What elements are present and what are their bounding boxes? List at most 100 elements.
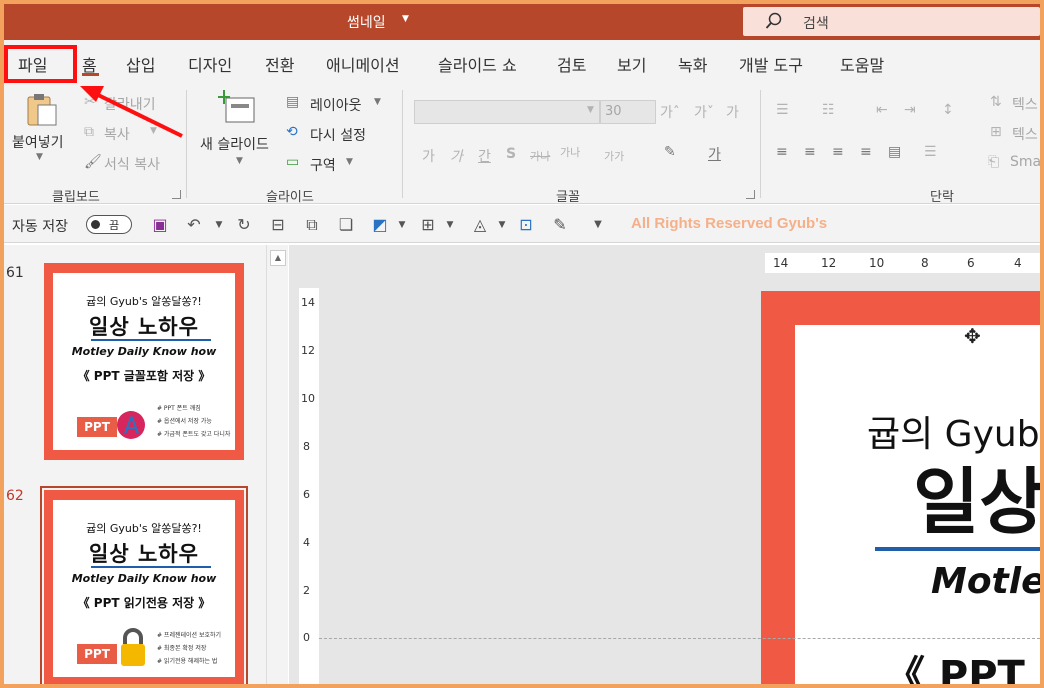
increase-indent-icon[interactable]: ⇥	[904, 102, 916, 118]
change-case-icon[interactable]: 가가	[604, 148, 624, 164]
layout-icon[interactable]: ▤	[286, 94, 299, 110]
new-slide-button[interactable]: 새 슬라이드	[200, 134, 269, 154]
tab-transitions[interactable]: 전환	[265, 52, 294, 76]
search-input[interactable]: 검색	[803, 13, 829, 33]
text-direction-button[interactable]: 텍스	[1012, 94, 1038, 114]
shape-fill-icon[interactable]: ◩	[370, 215, 390, 235]
search-box[interactable]: 검색	[743, 7, 1040, 36]
slide-main-text: 일상	[913, 460, 1040, 544]
font-grow-icon[interactable]: 가ˆ	[660, 102, 680, 122]
highlight-icon[interactable]: ✎	[664, 144, 676, 160]
layout-button[interactable]: 레이아웃	[310, 95, 362, 115]
document-title[interactable]: 썸네일	[347, 12, 386, 32]
tab-slideshow[interactable]: 슬라이드 쇼	[438, 52, 517, 76]
font-shrink-icon[interactable]: 가ˇ	[694, 102, 714, 122]
ruler-number: 8	[921, 256, 929, 270]
new-slide-icon[interactable]	[218, 90, 258, 126]
thumb-title: 《 PPT 읽기전용 저장 》	[77, 596, 211, 610]
group-label-slides: 슬라이드	[266, 190, 314, 205]
thumb-top-text: 귭의 Gyub's 알쏭달쏭?!	[86, 522, 202, 535]
tab-developer[interactable]: 개발 도구	[739, 52, 803, 76]
shadow-icon[interactable]: S	[506, 146, 516, 162]
font-name-select[interactable]	[414, 100, 600, 124]
format-painter-button[interactable]: 서식 복사	[104, 154, 160, 174]
tab-help[interactable]: 도움말	[840, 52, 884, 76]
numbering-icon[interactable]: ☷	[822, 102, 835, 118]
character-spacing-icon[interactable]: 가나	[560, 144, 580, 160]
present-icon[interactable]: ⊟	[268, 215, 288, 235]
format-painter-icon[interactable]: 🖌	[84, 154, 102, 170]
thumbnail-scrollbar[interactable]: ▲	[266, 245, 288, 684]
ruler-number: 0	[303, 631, 310, 644]
chevron-down-icon[interactable]: ▼	[346, 157, 353, 167]
bullets-icon[interactable]: ☰	[776, 102, 789, 118]
ruler-number: 12	[301, 344, 315, 357]
tab-review[interactable]: 검토	[557, 52, 586, 76]
line-spacing-icon[interactable]: ↕	[942, 102, 954, 118]
section-icon[interactable]: ▭	[286, 154, 299, 170]
autosave-toggle[interactable]: 끔	[86, 215, 132, 234]
undo-icon[interactable]: ↶	[184, 215, 204, 235]
font-size-select[interactable]: 30	[600, 100, 656, 124]
chevron-down-icon[interactable]: ▼	[492, 215, 512, 235]
reset-button[interactable]: 다시 설정	[310, 125, 366, 145]
smartart-button[interactable]: Sma	[1010, 154, 1040, 170]
text-box-icon[interactable]: ⊡	[516, 215, 536, 235]
slide-editor[interactable]: 14 12 10 8 6 4 14 12 10 8 6 4 2 0 귭의 Gyu…	[289, 245, 1040, 684]
tab-record[interactable]: 녹화	[678, 52, 707, 76]
divider	[91, 339, 211, 341]
chevron-down-icon[interactable]: ▼	[392, 215, 412, 235]
ppt-badge: PPT	[77, 417, 117, 437]
reset-icon[interactable]: ⟲	[286, 124, 298, 140]
edit-shape-icon[interactable]: ✎	[550, 215, 570, 235]
distributed-icon[interactable]: ▤	[888, 144, 901, 160]
align-left-icon[interactable]: ≡	[776, 144, 788, 160]
shapes-icon[interactable]: ⧉	[302, 215, 322, 235]
text-direction-icon[interactable]: ⇅	[990, 94, 1002, 110]
chevron-down-icon[interactable]: ▼	[374, 97, 381, 107]
section-button[interactable]: 구역	[310, 155, 336, 175]
decrease-indent-icon[interactable]: ⇤	[876, 102, 888, 118]
thumb-bullet: # 읽기전용 해제하는 법	[157, 658, 218, 665]
dialog-launcher-icon[interactable]	[172, 190, 181, 199]
align-text-button[interactable]: 텍스	[1012, 124, 1038, 144]
clear-format-icon[interactable]: 가	[726, 102, 739, 122]
customize-toolbar-icon[interactable]: ▼	[588, 215, 608, 235]
arrange-icon[interactable]: ❏	[336, 215, 356, 235]
slide-thumbnail-62[interactable]: 귭의 Gyub's 알쏭달쏭?! 일상 노하우 Motley Daily Kno…	[40, 486, 248, 684]
justify-icon[interactable]: ≡	[860, 144, 872, 160]
current-slide[interactable]: 귭의 Gyub 일상 Motley 《 PPT 읽	[761, 291, 1040, 684]
scroll-up-arrow-icon[interactable]: ▲	[270, 250, 286, 266]
font-color-icon[interactable]: 가	[708, 144, 721, 164]
fill-color-icon[interactable]: ◬	[470, 215, 490, 235]
autosave-label: 자동 저장	[12, 219, 68, 235]
align-right-icon[interactable]: ≡	[832, 144, 844, 160]
tab-animations[interactable]: 애니메이션	[326, 52, 400, 76]
columns-icon[interactable]: ☰	[924, 144, 937, 160]
thumb-title: 《 PPT 글꼴포함 저장 》	[77, 369, 211, 383]
save-icon[interactable]: ▣	[150, 215, 170, 235]
strikethrough-icon[interactable]: 가나	[530, 148, 550, 164]
slide-thumbnail-61[interactable]: 귭의 Gyub's 알쏭달쏭?! 일상 노하우 Motley Daily Kno…	[44, 263, 244, 460]
align-center-icon[interactable]: ≡	[804, 144, 816, 160]
add-slide-icon[interactable]: ⊞	[418, 215, 438, 235]
italic-icon[interactable]: 가	[450, 146, 463, 166]
annotation-arrow-icon	[80, 86, 183, 138]
chevron-down-icon[interactable]: ▼	[236, 156, 243, 166]
redo-icon[interactable]: ↻	[234, 215, 254, 235]
underline-icon[interactable]: 간	[478, 146, 491, 166]
group-label-clipboard: 클립보드	[52, 190, 100, 205]
slide-content: 귭의 Gyub 일상 Motley 《 PPT 읽	[795, 325, 1040, 684]
ruler-number: 6	[967, 256, 975, 270]
chevron-down-icon[interactable]: ▼	[209, 215, 229, 235]
smartart-icon[interactable]: ⎗	[988, 154, 999, 170]
tab-view[interactable]: 보기	[617, 52, 646, 76]
chevron-down-icon[interactable]: ▼	[587, 105, 594, 115]
bold-icon[interactable]: 가	[422, 146, 435, 166]
align-text-icon[interactable]: ⊞	[990, 124, 1002, 140]
chevron-down-icon[interactable]: ▼	[440, 215, 460, 235]
ruler-number: 14	[773, 256, 789, 270]
thumb-main-text: 일상 노하우	[89, 542, 199, 566]
chevron-down-icon[interactable]: ▼	[402, 14, 409, 24]
dialog-launcher-icon[interactable]	[746, 190, 755, 199]
